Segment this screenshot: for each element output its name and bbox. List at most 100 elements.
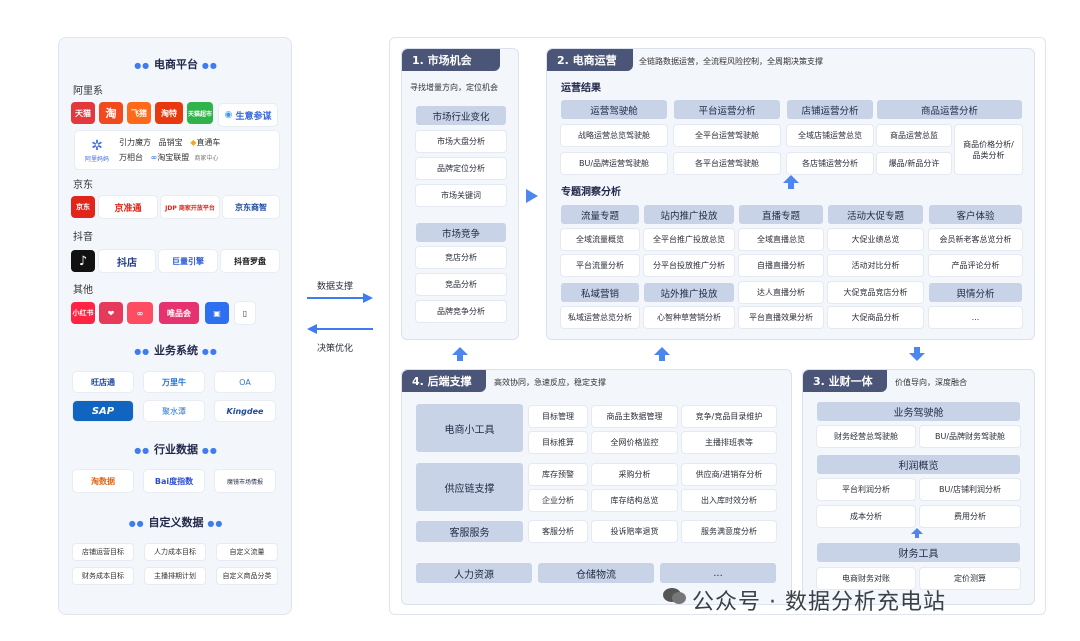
pdd-icon: ❤: [107, 308, 115, 318]
backend-cell: 主播排班表等: [682, 432, 776, 453]
finance-header: 利润概览: [817, 455, 1020, 474]
kingdee-logo: Kingdee: [215, 401, 275, 421]
taobao-logo: 淘: [99, 102, 123, 124]
jd-group-label: 京东: [73, 180, 93, 191]
sap-logo: SAP: [73, 401, 133, 421]
market-item: 市场关键词: [416, 185, 506, 206]
topic-header: 舆情分析: [929, 283, 1022, 302]
platform-section-title: ●● 电商平台 ●●: [134, 58, 218, 71]
data-sources-panel: ●● 电商平台 ●● 阿里系 天猫 淘 飞猪 淘特 天猫超市 ◉ 生意参谋 ✲ 阿…: [58, 37, 292, 615]
app-icon: ▣: [213, 308, 221, 318]
right-small-arrow-icon: [526, 189, 538, 203]
backend-cell: 库存结构总览: [592, 490, 677, 511]
compass-logo: 抖音罗盘: [221, 250, 279, 272]
fliggy-logo: 飞猪: [127, 102, 151, 124]
custom-item: 人力成本目标: [145, 544, 205, 560]
finance-subtitle: 价值导向，深度融合: [895, 378, 967, 387]
market-item: 竞店分析: [416, 247, 506, 268]
finance-panel: 3. 业财一体 价值导向，深度融合 业务驾驶舱 财务经营总驾驶舱 BU/品牌财务…: [802, 369, 1035, 605]
up-arrow-stem: [915, 534, 919, 538]
jdp-logo: JDP 商家开放平台: [161, 196, 219, 218]
market-trend-header: 市场行业变化: [416, 106, 506, 125]
backend-row-label: 客服服务: [416, 521, 523, 542]
up-arrow-icon: [783, 175, 799, 183]
backend-cell: 企业分析: [529, 490, 587, 511]
alimama-card: ✲ 阿里妈妈 引力魔方 品销宝 ◆直通车 万相台 ∞淘宝联盟 商家中心: [75, 131, 279, 169]
backend-cell: 出入库时效分析: [682, 490, 776, 511]
oceanengine-logo: 巨量引擎: [159, 250, 217, 272]
sycm-logo: ◉ 生意参谋: [219, 104, 277, 126]
ops-header: 平台运营分析: [674, 100, 780, 119]
custom-item: 财务成本目标: [73, 568, 133, 584]
ops-header: 店铺运营分析: [787, 100, 873, 119]
taoshuju-logo: 淘数据: [73, 470, 133, 492]
ops-cell: 战略运营总览驾驶舱: [561, 125, 667, 146]
mobile-icon: ▯: [235, 302, 255, 324]
custom-section-title: ●● 自定义数据 ●●: [128, 516, 224, 529]
sycm-icon: ◉: [224, 110, 236, 120]
backend-bottom-item: 仓储物流: [538, 563, 654, 583]
ecommerce-title: 2. 电商运营: [547, 49, 633, 71]
ops-cell: 全域店铺运营总览: [787, 125, 873, 146]
right-arrow-icon: [307, 293, 373, 303]
ops-cell: BU/品牌运营驾驶舱: [561, 153, 667, 174]
topic-header: 流量专题: [561, 205, 639, 224]
competition-header: 市场竞争: [416, 223, 506, 242]
topic-cell: 全域流量概览: [561, 229, 639, 250]
backend-cell: 目标推算: [529, 432, 587, 453]
pinduoduo-logo: ❤: [99, 302, 123, 324]
custom-item: 自定义流量: [217, 544, 277, 560]
topic-header: 直播专题: [739, 205, 823, 224]
down-arrow-icon: [909, 353, 925, 361]
backend-bottom-item: 人力资源: [416, 563, 532, 583]
alimama-logo: ✲ 阿里妈妈: [75, 138, 119, 163]
market-subtitle: 寻找增量方向，定位机会: [410, 83, 498, 92]
xiaohongshu-logo: 小红书: [71, 302, 95, 324]
douyin-group-label: 抖音: [73, 232, 93, 243]
topic-cell: 活动对比分析: [828, 255, 923, 276]
ops-cell: 爆品/新品分许: [877, 153, 951, 174]
topic-header: 站内推广投放: [644, 205, 734, 224]
finance-cell: BU/店铺利润分析: [920, 479, 1020, 500]
oa-logo: OA: [215, 372, 275, 392]
ecommerce-subtitle: 全链路数据运营，全流程风险控制，全周期决策支撑: [639, 57, 823, 66]
topic-header: 客户体验: [929, 205, 1022, 224]
backend-row-label: 供应链支撑: [416, 463, 523, 511]
market-panel: 1. 市场机会 寻找增量方向，定位机会 市场行业变化 市场大盘分析 品牌定位分析…: [401, 48, 519, 340]
ops-header: 商品运营分析: [877, 100, 1022, 119]
up-arrow-stem: [457, 355, 463, 361]
finance-cell: 财务经营总驾驶舱: [817, 426, 915, 447]
up-arrow-icon: [654, 347, 670, 355]
up-arrow-icon: [452, 347, 468, 355]
topic-cell: 全域直播总览: [739, 229, 823, 250]
topic-header: 站外推广投放: [644, 283, 734, 302]
backend-title: 4. 后端支撑: [402, 370, 486, 392]
wanliniu-logo: 万里牛: [144, 372, 204, 392]
topic-cell: 分平台投放推广分析: [644, 255, 734, 276]
ops-result-label: 运营结果: [561, 83, 601, 94]
backend-cell: 商品主数据管理: [592, 406, 677, 427]
backend-cell: 库存预警: [529, 464, 587, 485]
jd-logo: 京东: [71, 196, 95, 218]
topic-cell: 达人直播分析: [739, 282, 823, 303]
ali-group-label: 阿里系: [73, 86, 103, 97]
biz-section-title: ●● 业务系统 ●●: [134, 344, 218, 357]
ops-cell: 各店铺运营分析: [787, 153, 873, 174]
topic-cell: 会员新老客总览分析: [929, 229, 1022, 250]
jdsz-logo: 京东商智: [223, 196, 279, 218]
ecommerce-panel: 2. 电商运营 全链路数据运营，全流程风险控制，全周期决策支撑 运营结果 运营驾…: [546, 48, 1035, 340]
alimama-icon: ✲: [91, 137, 103, 154]
tmall-logo: 天猫: [71, 102, 95, 124]
up-arrow-stem: [659, 355, 665, 361]
backend-cell: 目标管理: [529, 406, 587, 427]
alimama-products: 引力魔方 品销宝 ◆直通车 万相台 ∞淘宝联盟 商家中心: [119, 137, 221, 162]
other-app-logo: ▣: [205, 302, 229, 324]
topic-cell: 全平台推广投放总览: [644, 229, 734, 250]
topic-cell: 大促商品分析: [828, 307, 923, 328]
backend-cell: 竞争/竞品目录维护: [682, 406, 776, 427]
topic-cell: 自播直播分析: [739, 255, 823, 276]
finance-header: 财务工具: [817, 543, 1020, 562]
industry-section-title: ●● 行业数据 ●●: [134, 443, 218, 456]
backend-row-label: 电商小工具: [416, 404, 523, 452]
topic-cell: 大促业绩总览: [828, 229, 923, 250]
